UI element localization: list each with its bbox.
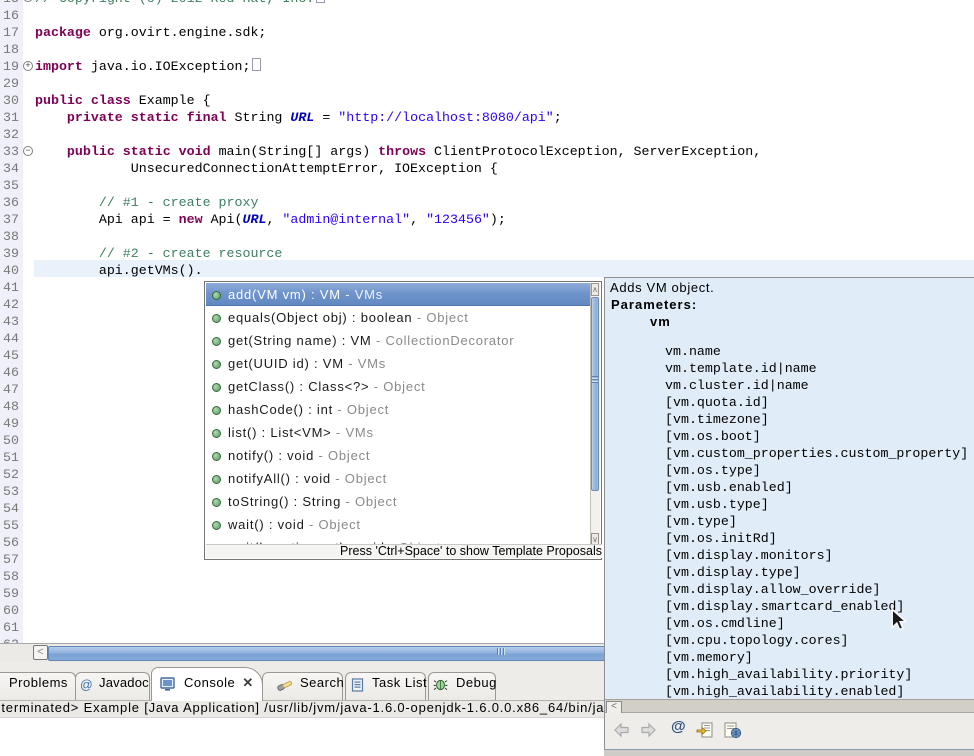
svg-text:@: @	[80, 678, 93, 692]
